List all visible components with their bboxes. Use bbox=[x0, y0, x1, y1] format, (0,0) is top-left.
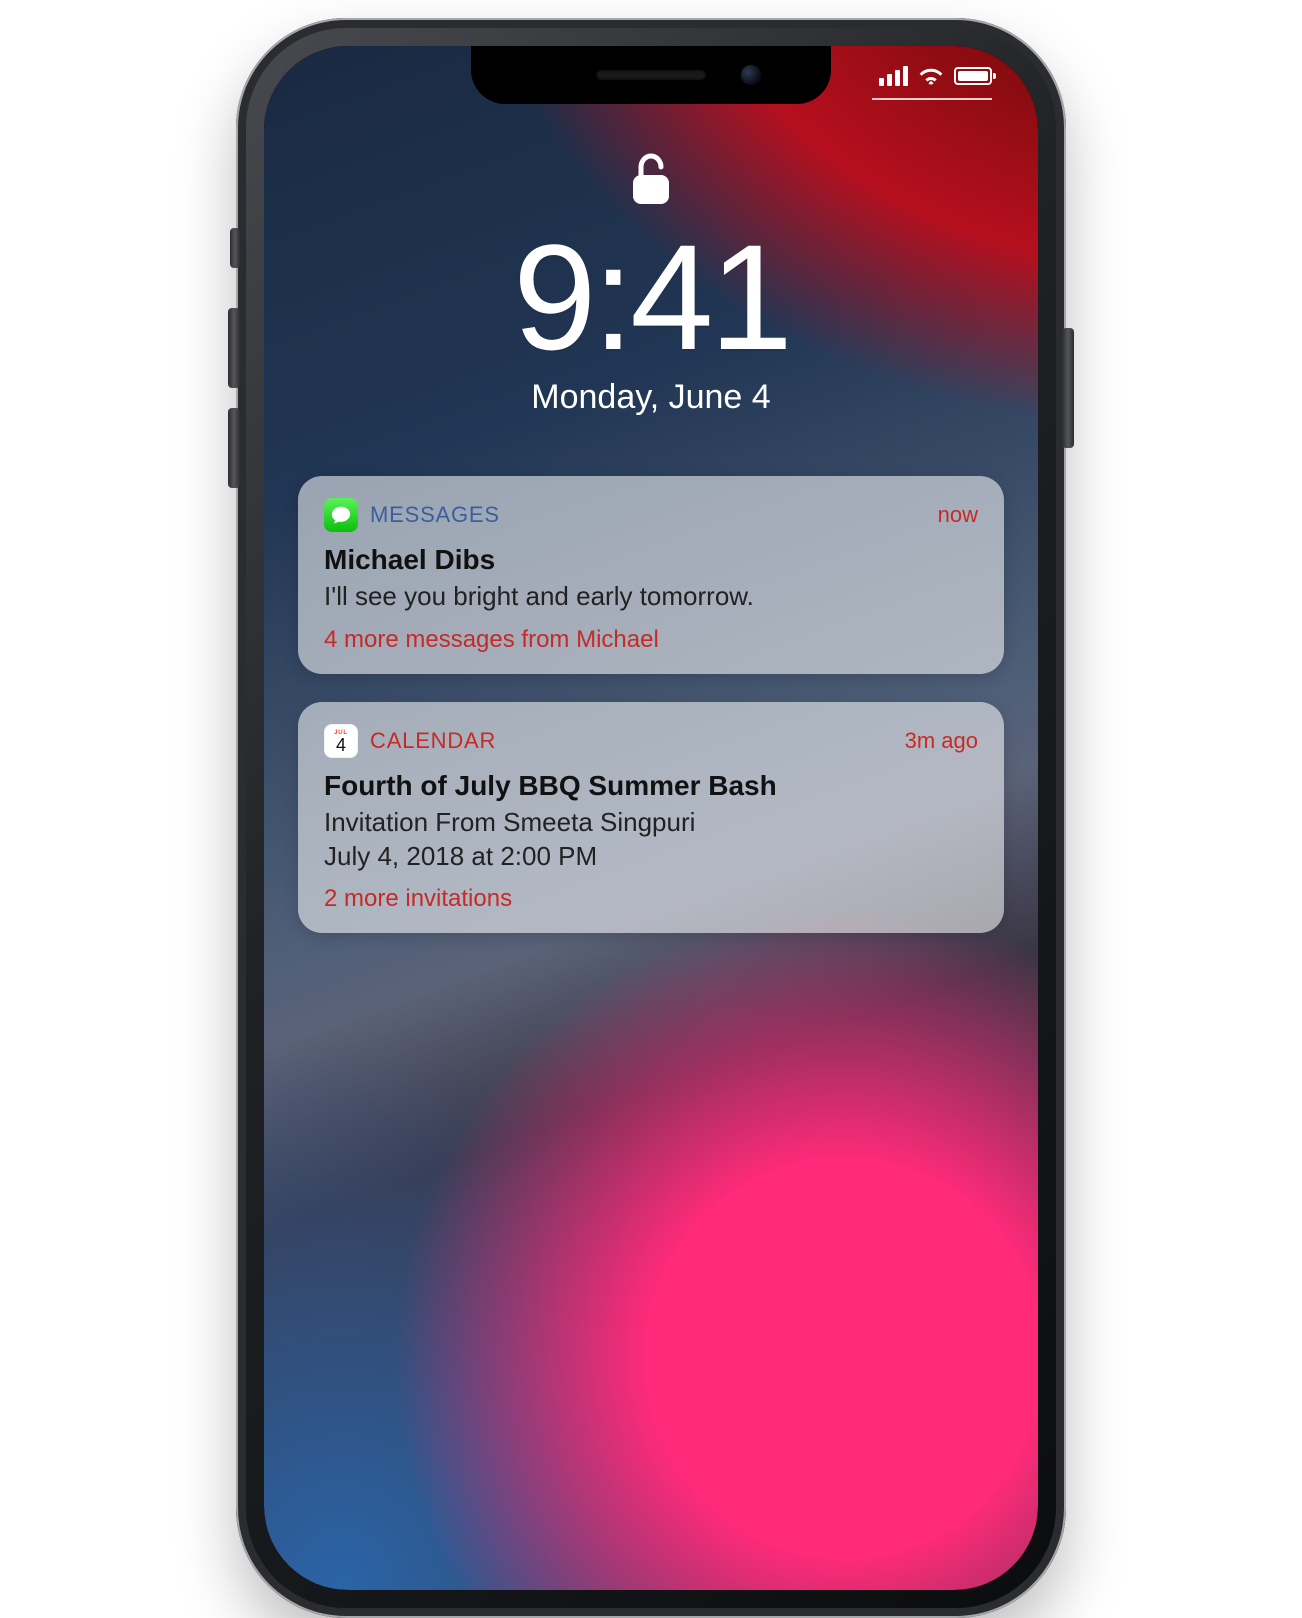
phone-bezel: 9:41 Monday, June 4 MESSAGES now Michael… bbox=[264, 46, 1038, 1590]
wifi-icon bbox=[918, 66, 944, 86]
battery-icon bbox=[954, 67, 992, 85]
lock-area: 9:41 Monday, June 4 bbox=[264, 151, 1038, 417]
cellular-signal-icon bbox=[879, 66, 908, 86]
phone-frame: 9:41 Monday, June 4 MESSAGES now Michael… bbox=[236, 18, 1066, 1618]
notification-time: 3m ago bbox=[905, 728, 978, 754]
clock-date: Monday, June 4 bbox=[264, 378, 1038, 417]
status-underline bbox=[872, 98, 992, 100]
calendar-icon-day: 4 bbox=[336, 736, 346, 754]
power-button[interactable] bbox=[1062, 328, 1074, 448]
notification-more: 4 more messages from Michael bbox=[324, 626, 978, 654]
lock-screen[interactable]: 9:41 Monday, June 4 MESSAGES now Michael… bbox=[264, 46, 1038, 1590]
notification-card-calendar[interactable]: JUL 4 CALENDAR 3m ago Fourth of July BBQ… bbox=[298, 702, 1004, 934]
notification-header: MESSAGES now bbox=[324, 498, 978, 532]
notification-body: Invitation From Smeeta Singpuri July 4, … bbox=[324, 806, 978, 874]
unlock-icon bbox=[630, 151, 672, 212]
notification-app-label: MESSAGES bbox=[370, 502, 500, 528]
status-bar bbox=[879, 66, 992, 86]
volume-up-button[interactable] bbox=[228, 308, 240, 388]
clock-time: 9:41 bbox=[264, 222, 1038, 372]
messages-icon bbox=[324, 498, 358, 532]
notification-app-label: CALENDAR bbox=[370, 728, 496, 754]
speaker-slot bbox=[596, 70, 706, 80]
silence-switch[interactable] bbox=[230, 228, 240, 268]
volume-down-button[interactable] bbox=[228, 408, 240, 488]
notification-body: I'll see you bright and early tomorrow. bbox=[324, 580, 978, 614]
notch bbox=[471, 46, 831, 104]
notification-time: now bbox=[938, 502, 978, 528]
front-camera bbox=[741, 65, 761, 85]
notification-title: Michael Dibs bbox=[324, 544, 978, 576]
notification-title: Fourth of July BBQ Summer Bash bbox=[324, 770, 978, 802]
notification-card-messages[interactable]: MESSAGES now Michael Dibs I'll see you b… bbox=[298, 476, 1004, 674]
notification-header: JUL 4 CALENDAR 3m ago bbox=[324, 724, 978, 758]
notification-more: 2 more invitations bbox=[324, 885, 978, 913]
calendar-icon: JUL 4 bbox=[324, 724, 358, 758]
notification-list: MESSAGES now Michael Dibs I'll see you b… bbox=[298, 476, 1004, 961]
